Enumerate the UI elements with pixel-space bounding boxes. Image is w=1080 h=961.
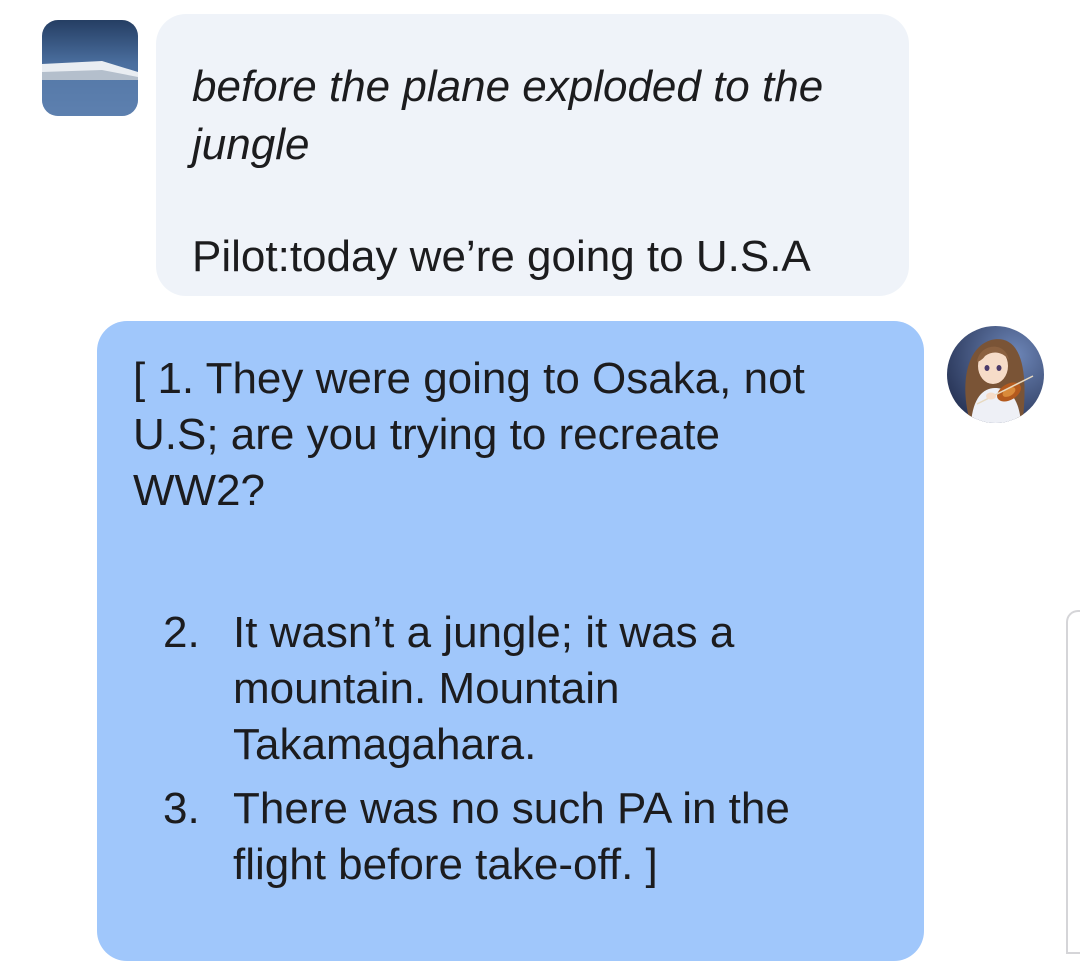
list-item: 2. It wasn’t a jungle; it was a mountain… [133, 605, 873, 773]
bot-avatar[interactable] [947, 326, 1044, 423]
user-dialogue-text: Pilot:today we’re going to U.S.A [192, 232, 811, 281]
airplane-photo-icon [42, 20, 138, 116]
list-item-number: 3. [163, 784, 200, 833]
bot-correction-list: 2. It wasn’t a jungle; it was a mountain… [133, 605, 888, 893]
side-panel-handle[interactable] [1066, 610, 1080, 954]
user-avatar[interactable] [42, 20, 138, 116]
user-message-bubble[interactable]: before the plane exploded to the jungle … [156, 14, 909, 296]
bot-intro-text: [ 1. They were going to Osaka, not U.S; … [133, 354, 805, 515]
bot-message-bubble[interactable]: [ 1. They were going to Osaka, not U.S; … [97, 321, 924, 961]
list-item: 3. There was no such PA in the flight be… [133, 781, 873, 893]
list-item-text: There was no such PA in the flight befor… [233, 784, 790, 889]
list-item-number: 2. [163, 608, 200, 657]
user-narration-text: before the plane exploded to the jungle [192, 62, 824, 169]
list-item-text: It wasn’t a jungle; it was a mountain. M… [233, 608, 735, 769]
anime-violinist-icon [947, 326, 1044, 423]
